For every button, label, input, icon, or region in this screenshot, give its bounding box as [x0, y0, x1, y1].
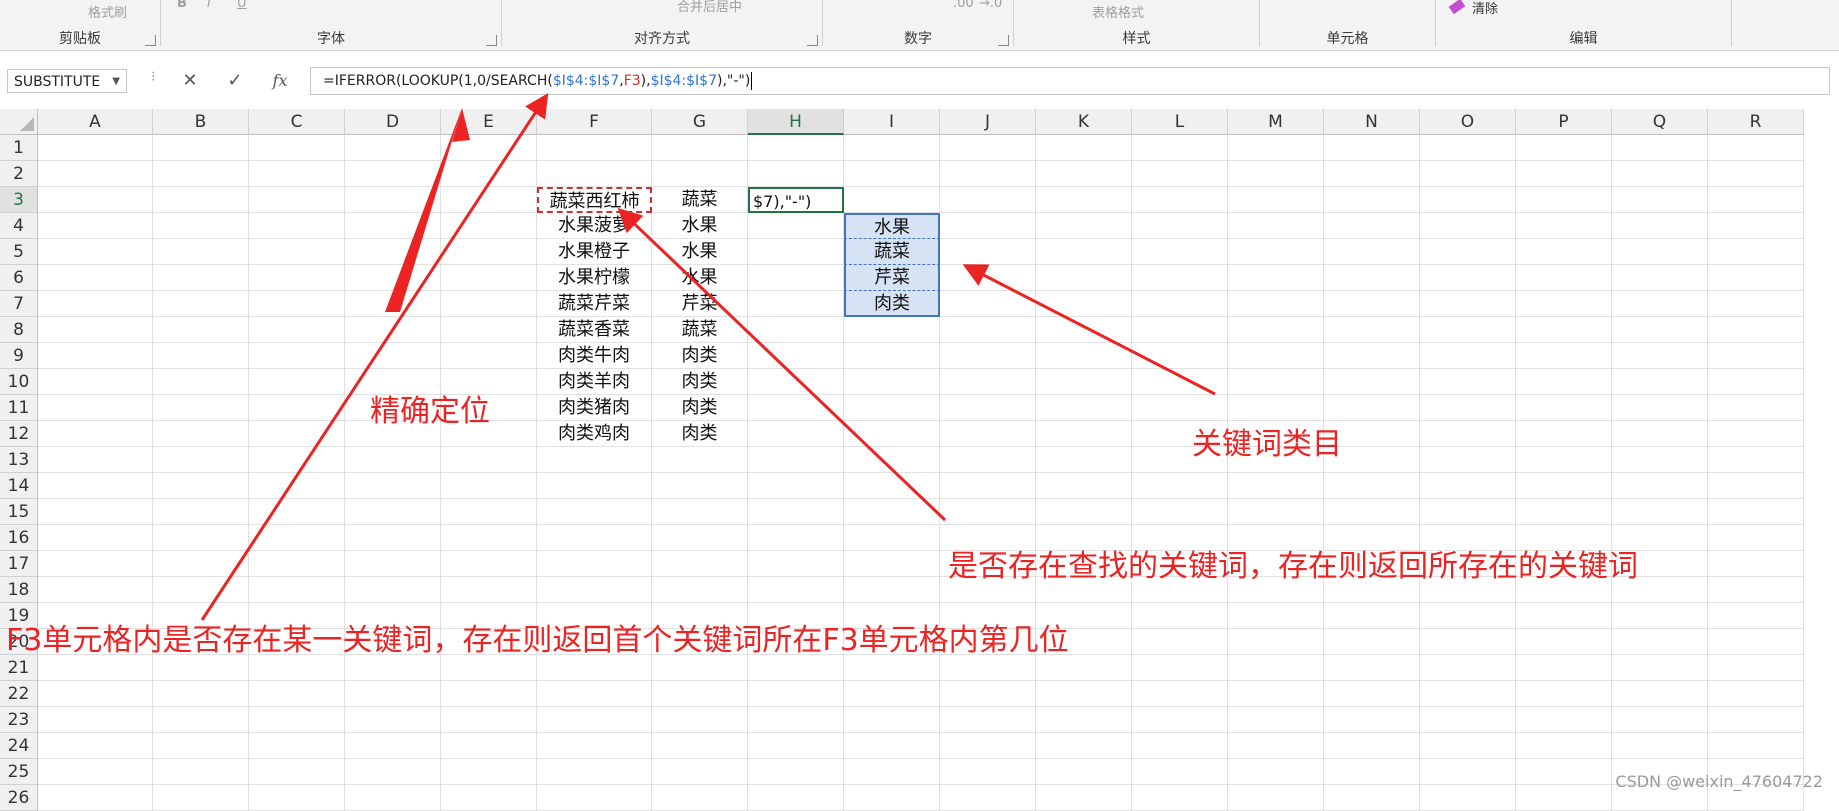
cell-I7[interactable]: 肉类 — [844, 291, 940, 317]
annotation-arrows — [200, 92, 1216, 621]
annotation-f3-position: F3单元格内是否存在某一关键词，存在则返回首个关键词所在F3单元格内第几位 — [6, 623, 1069, 658]
annotation-precise-position: 精确定位 — [370, 394, 490, 429]
arrow-precise-position-head — [452, 108, 470, 142]
cell-H3-active[interactable]: $7),"-") — [748, 187, 844, 213]
cell-F3[interactable]: 蔬菜西红柿 — [537, 187, 652, 213]
cell-I6[interactable]: 芹菜 — [844, 265, 940, 291]
cell-I4[interactable]: 水果 — [844, 213, 940, 239]
arrow-keyword-category — [962, 264, 1216, 396]
annotation-keyword-exists: 是否存在查找的关键词，存在则返回所存在的关键词 — [948, 549, 1638, 584]
arrow-f3-position — [200, 92, 549, 621]
annotation-keyword-category: 关键词类目 — [1192, 427, 1342, 462]
watermark: CSDN @weixin_47604722 — [1615, 772, 1823, 791]
cell-I5[interactable]: 蔬菜 — [844, 239, 940, 265]
